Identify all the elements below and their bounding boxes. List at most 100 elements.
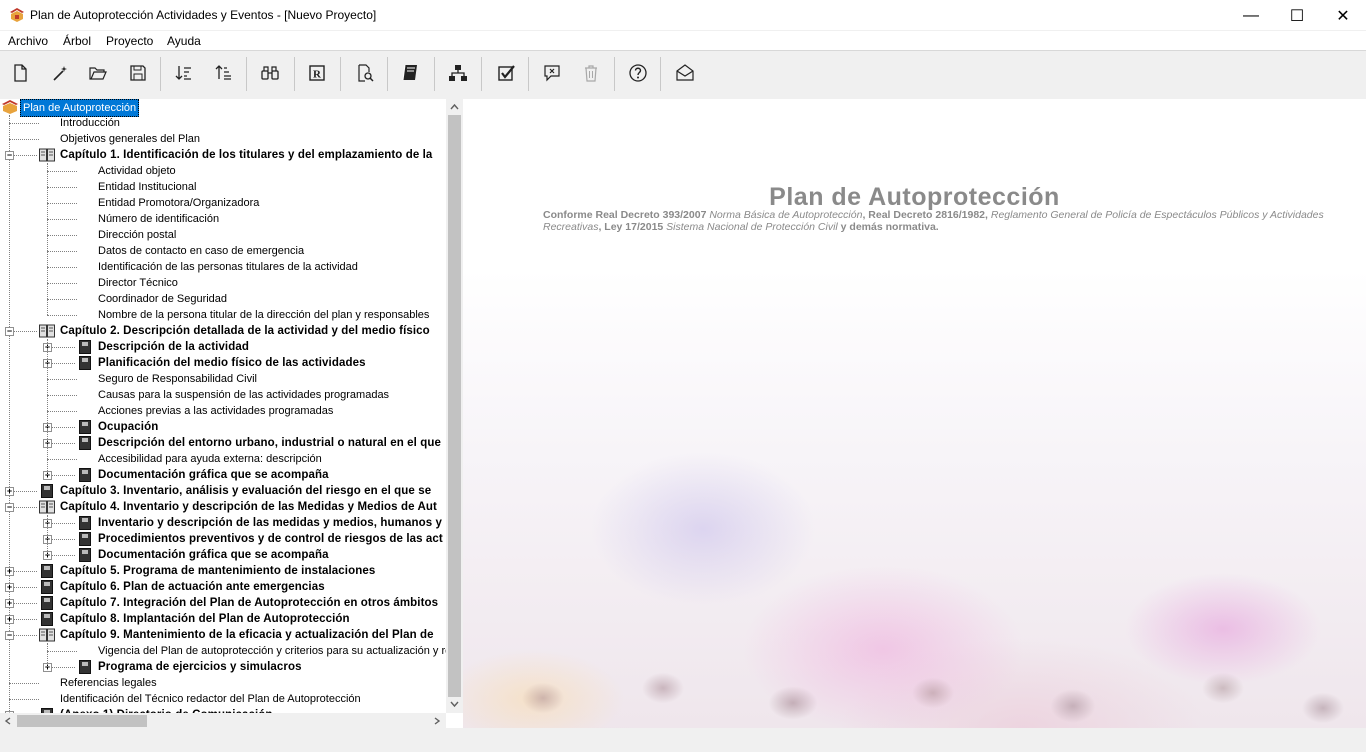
tree-item-label[interactable]: Accesibilidad para ayuda externa: descri…: [98, 451, 322, 467]
tree-subitem[interactable]: + Planificación del medio físico de las a…: [0, 355, 446, 371]
open-folder-icon[interactable]: [86, 61, 110, 85]
tree-item-label[interactable]: Actividad objeto: [98, 163, 176, 179]
scroll-left-icon[interactable]: [4, 717, 12, 725]
tree-item[interactable]: − Capítulo 9. Mantenimiento de la eficaci…: [0, 627, 446, 643]
tree-subitem[interactable]: Dirección postal: [0, 227, 446, 243]
tree-item-label[interactable]: Capítulo 6. Plan de actuación ante emerg…: [60, 579, 325, 595]
tree-item-label[interactable]: Capítulo 4. Inventario y descripción de …: [60, 499, 437, 515]
tree-item-label[interactable]: Inventario y descripción de las medidas …: [98, 515, 442, 531]
tree-item-label[interactable]: Descripción de la actividad: [98, 339, 249, 355]
tree-item[interactable]: − Capítulo 1. Identificación de los titul…: [0, 147, 446, 163]
binoculars-icon[interactable]: [258, 61, 282, 85]
tree-item[interactable]: Introducción: [0, 115, 446, 131]
register-icon[interactable]: R: [305, 61, 329, 85]
tree-item-label[interactable]: Capítulo 2. Descripción detallada de la …: [60, 323, 430, 339]
scroll-down-icon[interactable]: [450, 700, 459, 708]
tree-subitem[interactable]: Entidad Promotora/Organizadora: [0, 195, 446, 211]
scroll-up-icon[interactable]: [450, 103, 459, 111]
collapse-icon[interactable]: −: [5, 503, 14, 512]
tree-subitem[interactable]: Seguro de Responsabilidad Civil: [0, 371, 446, 387]
tree-subitem[interactable]: Coordinador de Seguridad: [0, 291, 446, 307]
help-icon[interactable]: [626, 61, 650, 85]
tree-item-label[interactable]: Introducción: [60, 115, 120, 131]
tree-item-label[interactable]: Nombre de la persona titular de la direc…: [98, 307, 429, 323]
tree-item-label[interactable]: Identificación de las personas titulares…: [98, 259, 358, 275]
tree-item-label[interactable]: Vigencia del Plan de autoprotección y cr…: [98, 643, 457, 659]
tree-subitem[interactable]: Actividad objeto: [0, 163, 446, 179]
org-chart-icon[interactable]: [446, 61, 470, 85]
tree-item[interactable]: Referencias legales: [0, 675, 446, 691]
tree-item[interactable]: + Capítulo 6. Plan de actuación ante emer…: [0, 579, 446, 595]
book-icon[interactable]: [398, 61, 422, 85]
tree-subitem[interactable]: Vigencia del Plan de autoprotección y cr…: [0, 643, 457, 659]
tree-subitem[interactable]: + Documentación gráfica que se acompaña: [0, 467, 446, 483]
tree-item-label[interactable]: Planificación del medio físico de las ac…: [98, 355, 366, 371]
tree-item-label[interactable]: Capítulo 9. Mantenimiento de la eficacia…: [60, 627, 434, 643]
tree-subitem[interactable]: + Documentación gráfica que se acompaña: [0, 547, 446, 563]
tree-subitem[interactable]: + Procedimientos preventivos y de control…: [0, 531, 446, 547]
preview-icon[interactable]: [353, 61, 377, 85]
tree-horizontal-scrollbar[interactable]: [0, 713, 446, 728]
magic-wand-icon[interactable]: [48, 61, 72, 85]
tree-subitem[interactable]: Director Técnico: [0, 275, 446, 291]
tree-subitem[interactable]: Causas para la suspensión de las activid…: [0, 387, 446, 403]
menu-arbol[interactable]: Árbol: [63, 34, 91, 48]
close-button[interactable]: ✕: [1320, 0, 1366, 31]
tree-subitem[interactable]: Acciones previas a las actividades progr…: [0, 403, 446, 419]
tree-subitem[interactable]: + Ocupación: [0, 419, 446, 435]
expand-icon[interactable]: +: [5, 567, 14, 576]
tree-subitem[interactable]: Accesibilidad para ayuda externa: descri…: [0, 451, 446, 467]
sort-descending-icon[interactable]: [172, 61, 196, 85]
tree-item-label[interactable]: Descripción del entorno urbano, industri…: [98, 435, 441, 451]
tree-subitem[interactable]: Identificación de las personas titulares…: [0, 259, 446, 275]
tree-item[interactable]: Identificación del Técnico redactor del …: [0, 691, 446, 707]
tree-item-label[interactable]: Entidad Institucional: [98, 179, 196, 195]
tree-item-label[interactable]: Capítulo 5. Programa de mantenimiento de…: [60, 563, 375, 579]
expand-icon[interactable]: +: [5, 615, 14, 624]
tree-subitem[interactable]: Datos de contacto en caso de emergencia: [0, 243, 446, 259]
tree-item-label[interactable]: Capítulo 1. Identificación de los titula…: [60, 147, 432, 163]
sort-ascending-icon[interactable]: [212, 61, 236, 85]
tree-item[interactable]: + Capítulo 7. Integración del Plan de Aut…: [0, 595, 446, 611]
tree-item[interactable]: + Capítulo 3. Inventario, análisis y eval…: [0, 483, 446, 499]
tree-item-label[interactable]: Coordinador de Seguridad: [98, 291, 227, 307]
tree-item-label[interactable]: Objetivos generales del Plan: [60, 131, 200, 147]
tree-item-label[interactable]: Documentación gráfica que se acompaña: [98, 547, 329, 563]
expand-icon[interactable]: +: [5, 599, 14, 608]
expand-icon[interactable]: +: [5, 583, 14, 592]
collapse-icon[interactable]: −: [5, 631, 14, 640]
tree-subitem[interactable]: + Programa de ejercicios y simulacros: [0, 659, 446, 675]
save-icon[interactable]: [126, 61, 150, 85]
tree-item-label[interactable]: Dirección postal: [98, 227, 176, 243]
tree-item-label[interactable]: Procedimientos preventivos y de control …: [98, 531, 443, 547]
tree-item-label[interactable]: Referencias legales: [60, 675, 157, 691]
checkbox-icon[interactable]: [494, 61, 518, 85]
tree-item[interactable]: Objetivos generales del Plan: [0, 131, 446, 147]
tree-item-label[interactable]: Datos de contacto en caso de emergencia: [98, 243, 304, 259]
tree-subitem[interactable]: Número de identificación: [0, 211, 446, 227]
tree-subitem[interactable]: + Descripción de la actividad: [0, 339, 446, 355]
tree-item-label[interactable]: Capítulo 7. Integración del Plan de Auto…: [60, 595, 438, 611]
tree-item-label[interactable]: Identificación del Técnico redactor del …: [60, 691, 361, 707]
tree-item[interactable]: − Capítulo 4. Inventario y descripción de…: [0, 499, 446, 515]
scroll-right-icon[interactable]: [433, 717, 441, 725]
tree-item-label[interactable]: Capítulo 3. Inventario, análisis y evalu…: [60, 483, 431, 499]
tree-vertical-scrollbar[interactable]: [446, 99, 463, 713]
tree-item-label[interactable]: Entidad Promotora/Organizadora: [98, 195, 259, 211]
tree-subitem[interactable]: Nombre de la persona titular de la direc…: [0, 307, 446, 323]
collapse-icon[interactable]: −: [5, 151, 14, 160]
mail-icon[interactable]: [673, 61, 697, 85]
menu-proyecto[interactable]: Proyecto: [106, 34, 153, 48]
tree-subitem[interactable]: + Inventario y descripción de las medidas…: [0, 515, 446, 531]
expand-icon[interactable]: +: [5, 487, 14, 496]
tree-item-label[interactable]: Ocupación: [98, 419, 158, 435]
tree-item-label[interactable]: Documentación gráfica que se acompaña: [98, 467, 329, 483]
collapse-icon[interactable]: −: [5, 327, 14, 336]
new-file-icon[interactable]: [8, 61, 32, 85]
tree-item-label[interactable]: Capítulo 8. Implantación del Plan de Aut…: [60, 611, 350, 627]
tree-subitem[interactable]: Entidad Institucional: [0, 179, 446, 195]
tree-item-label[interactable]: Acciones previas a las actividades progr…: [98, 403, 333, 419]
vertical-scroll-thumb[interactable]: [448, 115, 461, 697]
menu-ayuda[interactable]: Ayuda: [167, 34, 201, 48]
tree-item[interactable]: − Capítulo 2. Descripción detallada de la…: [0, 323, 446, 339]
